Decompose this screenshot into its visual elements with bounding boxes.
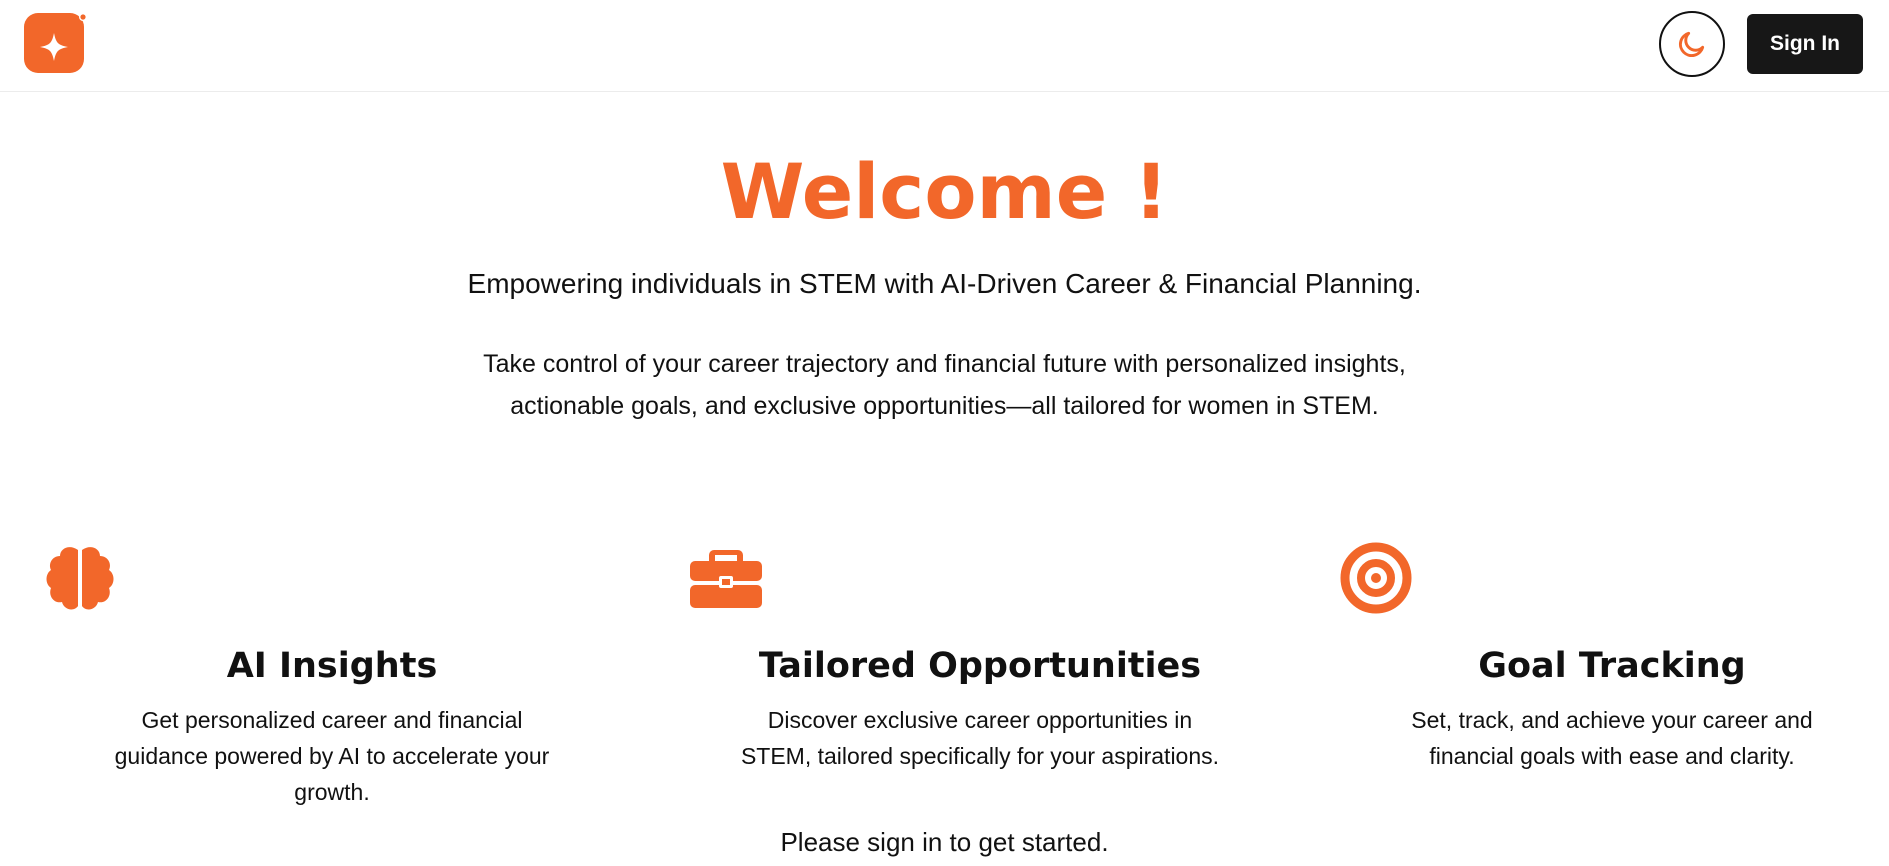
feature-description: Get personalized career and financial gu…	[114, 707, 550, 805]
top-navbar: Sign In	[0, 0, 1889, 92]
feature-title: AI Insights	[226, 646, 438, 686]
hero-description: Take control of your career trajectory a…	[0, 343, 1889, 427]
page-title: Welcome !	[720, 147, 1169, 236]
brain-icon	[46, 547, 114, 610]
hero-description-text: Take control of your career trajectory a…	[483, 350, 1406, 420]
moon-icon	[1678, 31, 1705, 58]
sparkle-logo-icon[interactable]	[24, 13, 88, 76]
feature-description: Set, track, and achieve your career and …	[1411, 707, 1813, 769]
briefcase-icon	[690, 550, 762, 608]
feature-description: Discover exclusive career opportunities …	[740, 707, 1220, 769]
feature-title: Tailored Opportunities	[758, 646, 1202, 686]
sign-in-prompt: Please sign in to get started.	[780, 827, 1109, 857]
hero-tagline: Empowering individuals in STEM with AI-D…	[467, 268, 1422, 299]
theme-toggle-button[interactable]	[1659, 11, 1725, 77]
feature-title: Goal Tracking	[1478, 646, 1746, 686]
target-icon	[1340, 542, 1412, 614]
sign-in-button[interactable]: Sign In	[1747, 14, 1863, 74]
